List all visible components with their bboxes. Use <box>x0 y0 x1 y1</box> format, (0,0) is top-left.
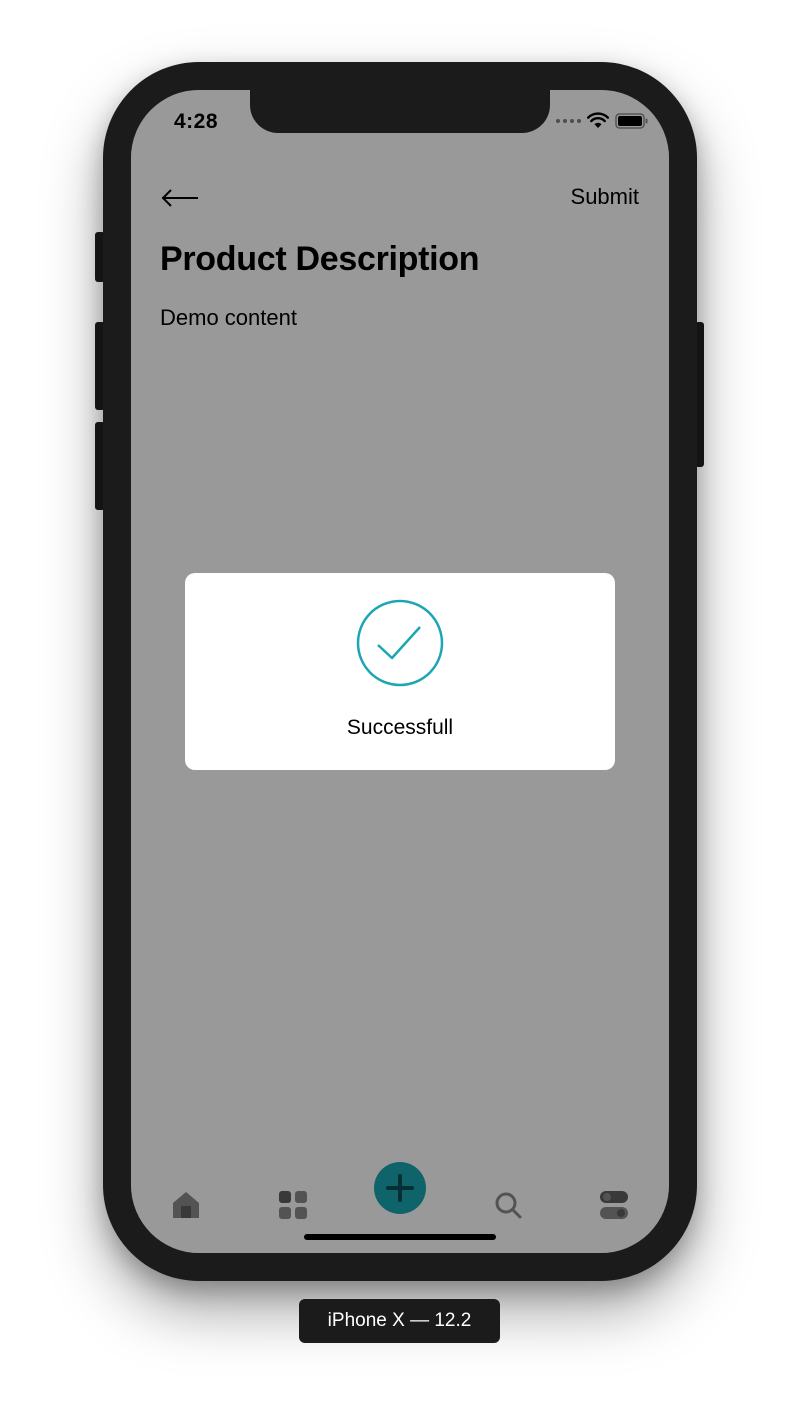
alert-message: Successfull <box>346 716 454 739</box>
device-label: iPhone X — 12.2 <box>299 1299 500 1343</box>
simulator-stage: 4:28 Submit Product Description Demo con… <box>0 0 800 1401</box>
success-alert: Successfull <box>185 573 615 770</box>
phone-screen: 4:28 Submit Product Description Demo con… <box>131 90 669 1253</box>
home-indicator[interactable] <box>304 1234 496 1240</box>
check-circle-icon <box>356 599 444 687</box>
phone-notch <box>250 90 550 133</box>
